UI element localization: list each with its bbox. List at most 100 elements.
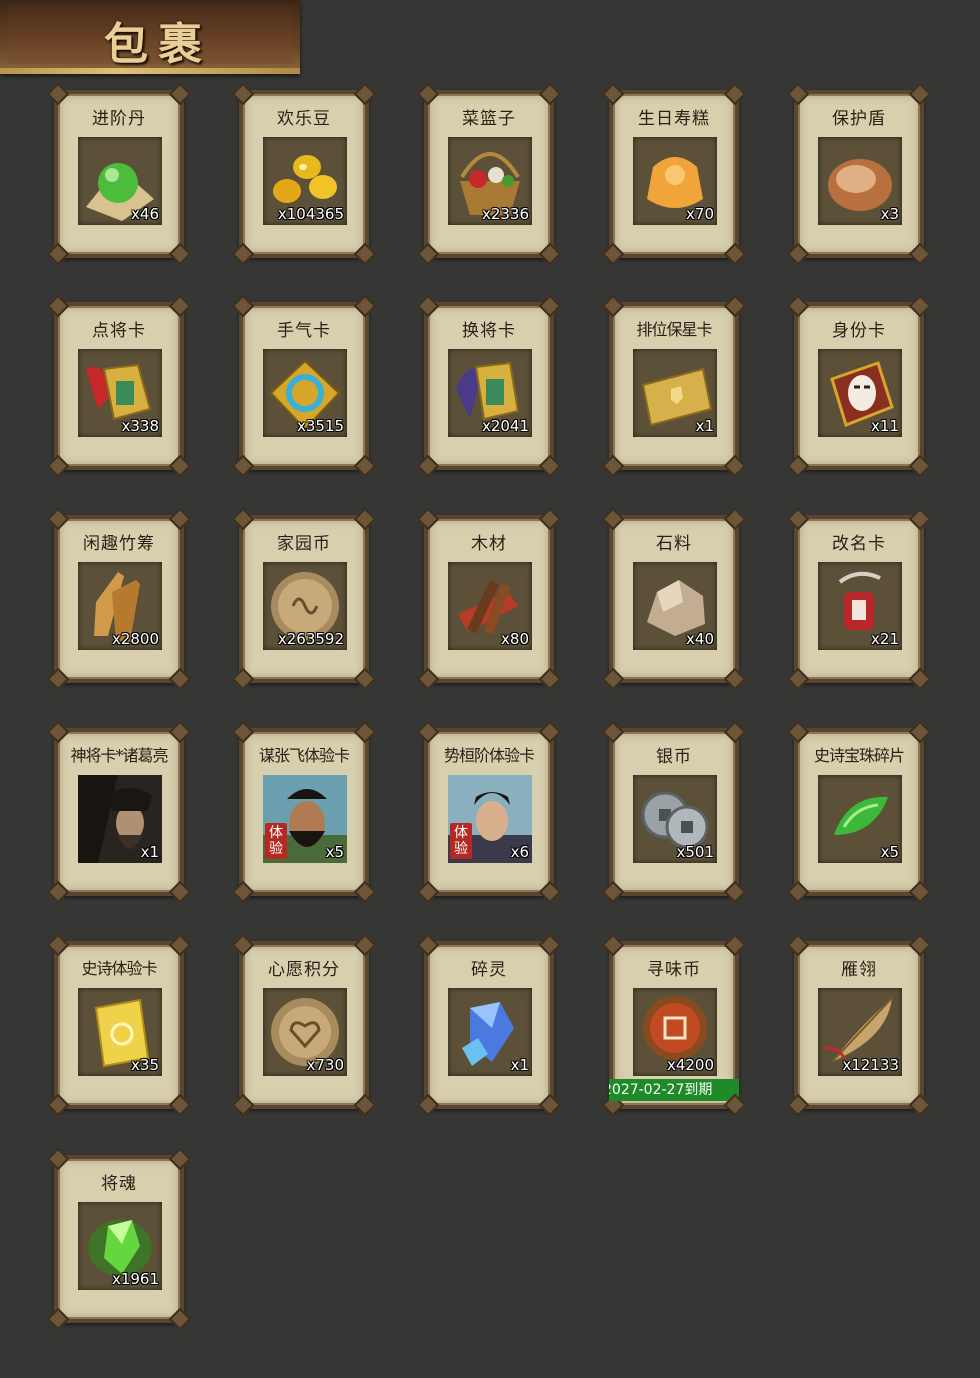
inventory-item[interactable]: 闲趣竹筹 x2800: [46, 507, 192, 683]
inventory-item[interactable]: 雁翎 x12133: [786, 933, 932, 1109]
item-count: x21: [871, 630, 899, 648]
inventory-item[interactable]: 保护盾 x3: [786, 82, 932, 258]
item-slot[interactable]: x263592: [263, 562, 347, 650]
item-slot[interactable]: x1961: [78, 1202, 162, 1290]
inventory-item[interactable]: 木材 x80: [416, 507, 562, 683]
card-corner-ornament: [353, 82, 377, 106]
inventory-item[interactable]: 排位保星卡 x1: [601, 294, 747, 470]
item-slot[interactable]: 体验 x5: [263, 775, 347, 863]
item-slot[interactable]: x730: [263, 988, 347, 1076]
item-slot[interactable]: x1: [633, 349, 717, 437]
inventory-item[interactable]: 菜篮子 x2336: [416, 82, 562, 258]
item-slot[interactable]: x35: [78, 988, 162, 1076]
item-count: x46: [131, 205, 159, 223]
item-count: x40: [686, 630, 714, 648]
card-corner-ornament: [538, 933, 562, 957]
card-corner-ornament: [168, 507, 192, 531]
inventory-item[interactable]: 身份卡 x11: [786, 294, 932, 470]
inventory-item[interactable]: 心愿积分 x730: [231, 933, 377, 1109]
card-corner-ornament: [416, 720, 440, 744]
item-count: x338: [121, 417, 159, 435]
item-count: x3515: [296, 417, 344, 435]
item-slot[interactable]: x4200: [633, 988, 717, 1076]
inventory-item[interactable]: 石料 x40: [601, 507, 747, 683]
inventory-item[interactable]: 点将卡 x338: [46, 294, 192, 470]
item-slot[interactable]: x46: [78, 137, 162, 225]
inventory-item[interactable]: 谋张飞体验卡体验 x5: [231, 720, 377, 896]
card-corner-ornament: [353, 933, 377, 957]
item-slot[interactable]: x70: [633, 137, 717, 225]
item-slot[interactable]: x338: [78, 349, 162, 437]
item-slot[interactable]: x40: [633, 562, 717, 650]
card-corner-ornament: [908, 82, 932, 106]
item-slot[interactable]: x1: [448, 988, 532, 1076]
trial-badge: 体验: [450, 823, 472, 859]
card-corner-ornament: [908, 720, 932, 744]
card-corner-ornament: [46, 507, 70, 531]
item-slot[interactable]: x104365: [263, 137, 347, 225]
item-count: x2800: [111, 630, 159, 648]
card-corner-ornament: [46, 933, 70, 957]
item-name: 木材: [471, 534, 507, 554]
item-name: 家园币: [277, 534, 331, 554]
item-name: 身份卡: [832, 321, 886, 341]
item-slot[interactable]: x2800: [78, 562, 162, 650]
card-corner-ornament: [231, 82, 255, 106]
card-corner-ornament: [908, 933, 932, 957]
inventory-item[interactable]: 史诗体验卡 x35: [46, 933, 192, 1109]
inventory-item[interactable]: 将魂 x1961: [46, 1147, 192, 1323]
card-corner-ornament: [786, 507, 810, 531]
item-count: x263592: [277, 630, 344, 648]
item-count: x5: [325, 843, 344, 861]
item-slot[interactable]: x5: [818, 775, 902, 863]
card-corner-ornament: [416, 294, 440, 318]
card-corner-ornament: [231, 933, 255, 957]
inventory-item[interactable]: 势桓阶体验卡 体验 x6: [416, 720, 562, 896]
item-slot[interactable]: x3515: [263, 349, 347, 437]
item-slot[interactable]: x1: [78, 775, 162, 863]
inventory-item[interactable]: 换将卡 x2041: [416, 294, 562, 470]
inventory-item[interactable]: 改名卡 x21: [786, 507, 932, 683]
item-slot[interactable]: 体验 x6: [448, 775, 532, 863]
item-count: x70: [686, 205, 714, 223]
inventory-item[interactable]: 手气卡 x3515: [231, 294, 377, 470]
item-name: 改名卡: [832, 534, 886, 554]
card-corner-ornament: [786, 933, 810, 957]
item-name: 手气卡: [277, 321, 331, 341]
inventory-item[interactable]: 欢乐豆 x104365: [231, 82, 377, 258]
inventory-item[interactable]: 家园币 x263592: [231, 507, 377, 683]
card-corner-ornament: [353, 294, 377, 318]
item-slot[interactable]: x2041: [448, 349, 532, 437]
item-count: x6: [510, 843, 529, 861]
card-corner-ornament: [786, 294, 810, 318]
card-corner-ornament: [168, 1147, 192, 1171]
item-name: 谋张飞体验卡: [258, 746, 350, 765]
item-name: 心愿积分: [268, 960, 340, 980]
inventory-item[interactable]: 碎灵 x1: [416, 933, 562, 1109]
item-name: 菜篮子: [462, 109, 516, 129]
card-corner-ornament: [601, 720, 625, 744]
item-name: 碎灵: [471, 960, 507, 980]
inventory-item[interactable]: 寻味币 x4200 2027-02-27到期: [601, 933, 747, 1109]
inventory-item[interactable]: 神将卡*诸葛亮 x1: [46, 720, 192, 896]
item-name: 史诗宝珠碎片: [813, 746, 905, 765]
item-slot[interactable]: x3: [818, 137, 902, 225]
inventory-item[interactable]: 史诗宝珠碎片 x5: [786, 720, 932, 896]
item-count: x1: [510, 1056, 529, 1074]
item-slot[interactable]: x21: [818, 562, 902, 650]
item-slot[interactable]: x501: [633, 775, 717, 863]
item-slot[interactable]: x80: [448, 562, 532, 650]
inventory-item[interactable]: 银币 x501: [601, 720, 747, 896]
item-slot[interactable]: x11: [818, 349, 902, 437]
item-slot[interactable]: x2336: [448, 137, 532, 225]
card-corner-ornament: [168, 294, 192, 318]
inventory-item[interactable]: 生日寿糕 x70: [601, 82, 747, 258]
card-corner-ornament: [231, 507, 255, 531]
item-slot[interactable]: x12133: [818, 988, 902, 1076]
inventory-item[interactable]: 进阶丹 x46: [46, 82, 192, 258]
item-name: 寻味币: [647, 960, 701, 980]
item-name: 雁翎: [841, 960, 877, 980]
card-corner-ornament: [416, 507, 440, 531]
card-corner-ornament: [538, 82, 562, 106]
item-count: x12133: [842, 1056, 899, 1074]
